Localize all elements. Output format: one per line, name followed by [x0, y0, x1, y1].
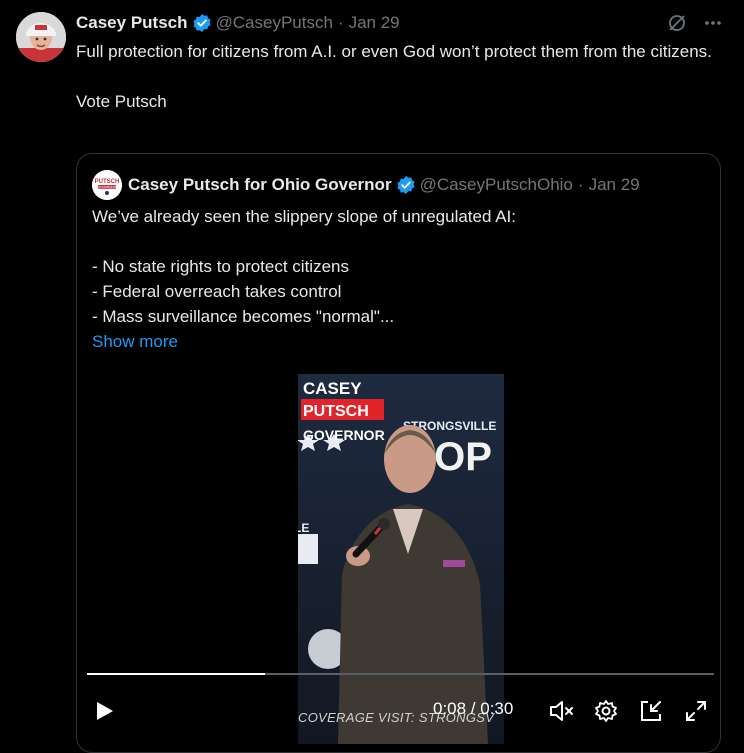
tweet-header: Casey Putsch @CaseyPutsch · Jan 29 [76, 12, 400, 34]
tweet-text-line: Vote Putsch [76, 92, 167, 111]
separator-dot: · [337, 13, 344, 32]
minimize-icon[interactable] [639, 699, 663, 728]
video-progress-fill [87, 673, 266, 675]
tweet-body: Full protection for citizens from A.I. o… [76, 39, 716, 114]
avatar-image [16, 12, 66, 62]
overlay-putsch: PUTSCH [303, 403, 369, 420]
overlay-casey: CASEY [303, 379, 362, 398]
video-time: 0:08 / 0:30 [433, 699, 514, 718]
play-icon[interactable] [93, 700, 115, 727]
quote-avatar-logo: PUTSCH GOVERNOR [92, 170, 122, 200]
show-more-link[interactable]: Show more [92, 332, 178, 351]
quote-author-handle[interactable]: @CaseyPutschOhio [420, 175, 573, 195]
avatar-text-top: PUTSCH [95, 179, 120, 185]
tweet-text-line: Full protection for citizens from A.I. o… [76, 42, 712, 61]
quote-avatar[interactable]: PUTSCH GOVERNOR [92, 170, 122, 200]
quoted-tweet[interactable]: PUTSCH GOVERNOR Casey Putsch for Ohio Go… [76, 153, 721, 753]
quote-text-line: - Mass surveillance becomes "normal"... [92, 307, 395, 326]
tweet-date[interactable]: Jan 29 [349, 13, 400, 33]
quote-date[interactable]: Jan 29 [589, 175, 640, 195]
avatar-text-bottom: GOVERNOR [98, 185, 117, 189]
quote-text-line: - Federal overreach takes control [92, 282, 342, 301]
mute-icon[interactable] [548, 699, 574, 728]
backdrop-text: LE [298, 521, 309, 535]
quote-header: PUTSCH GOVERNOR Casey Putsch for Ohio Go… [92, 170, 640, 200]
grok-icon[interactable] [666, 12, 688, 34]
author-avatar[interactable] [16, 12, 66, 62]
video-controls: 0:08 / 0:30 [77, 686, 720, 736]
more-icon[interactable] [702, 12, 724, 34]
quote-text-line: - No state rights to protect citizens [92, 257, 349, 276]
settings-icon[interactable] [594, 699, 618, 728]
header-actions [666, 12, 724, 34]
video-progress-bar[interactable] [87, 673, 714, 675]
verified-badge-icon [396, 175, 416, 195]
overlay-governor: GOVERNOR [303, 427, 385, 443]
quote-author-name[interactable]: Casey Putsch for Ohio Governor [128, 175, 392, 195]
fullscreen-icon[interactable] [684, 699, 708, 728]
author-handle[interactable]: @CaseyPutsch [216, 13, 333, 33]
quote-text-line: We’ve already seen the slippery slope of… [92, 207, 517, 226]
author-name[interactable]: Casey Putsch [76, 13, 188, 33]
quote-body: We’ve already seen the slippery slope of… [92, 204, 702, 354]
separator-dot: · [577, 175, 584, 194]
verified-badge-icon [192, 13, 212, 33]
